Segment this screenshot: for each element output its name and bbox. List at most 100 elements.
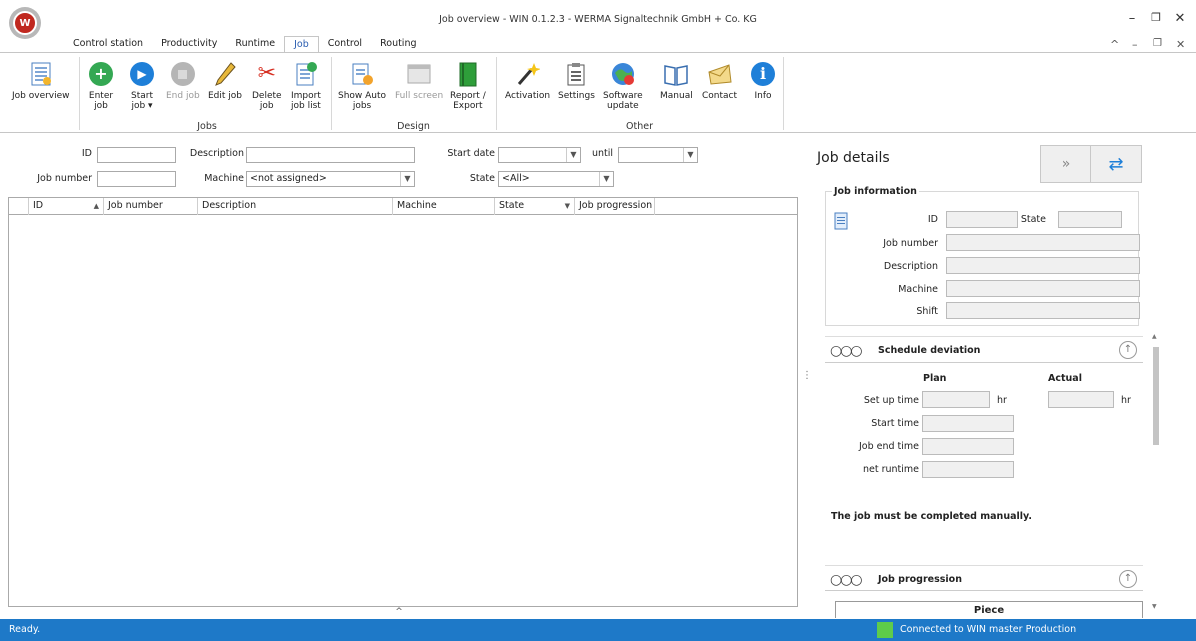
start-date-picker[interactable]: ▼: [498, 147, 581, 163]
connection-indicator: [877, 622, 893, 638]
doc-minimize-button[interactable]: –: [1132, 38, 1138, 51]
triple-circle-icon: ○○○: [830, 572, 863, 588]
info-label: Info: [754, 91, 772, 101]
collapse-up-icon[interactable]: ↑: [1119, 570, 1137, 588]
scroll-thumb[interactable]: [1153, 347, 1159, 445]
doc-close-button[interactable]: ✕: [1176, 38, 1185, 51]
expand-all-button[interactable]: »: [1040, 145, 1092, 183]
scroll-up-icon[interactable]: ▲: [1152, 333, 1157, 340]
schedule-deviation-title: Schedule deviation: [878, 345, 981, 356]
manual-completion-note: The job must be completed manually.: [831, 511, 1032, 522]
group-label-design: Design: [397, 121, 430, 132]
enter-job-label-2: job: [94, 101, 108, 111]
start-job-button[interactable]: ▶ Start job ▾: [129, 61, 155, 111]
delete-job-button[interactable]: ✂ Delete job: [252, 61, 282, 112]
machine-select[interactable]: <not assigned> ▼: [246, 171, 415, 187]
edit-job-button[interactable]: Edit job: [208, 61, 242, 101]
tab-control-station[interactable]: Control station: [64, 36, 152, 52]
end-job-label: End job: [166, 91, 200, 101]
full-screen-icon: [406, 61, 432, 87]
refresh-button[interactable]: ⇄: [1090, 145, 1142, 183]
start-time-plan-field: [922, 415, 1014, 432]
column-header-job-progression[interactable]: Job progression: [575, 198, 655, 215]
job-progression-header[interactable]: ○○○ Job progression ↑: [825, 565, 1143, 591]
pencil-icon: [212, 61, 238, 87]
net-runtime-plan-field: [922, 461, 1014, 478]
detail-id-label: ID: [927, 214, 938, 225]
job-number-filter-input[interactable]: [97, 171, 176, 187]
schedule-deviation-header[interactable]: ○○○ Schedule deviation ↑: [825, 337, 1143, 363]
software-update-label: Software: [603, 91, 643, 101]
full-screen-button[interactable]: Full screen: [395, 61, 443, 101]
id-filter-input[interactable]: [97, 147, 176, 163]
splitter-handle[interactable]: ⋮: [802, 370, 812, 381]
column-header-job-number[interactable]: Job number: [104, 198, 198, 215]
scroll-down-icon[interactable]: ▼: [1152, 603, 1157, 610]
detail-job-number-label: Job number: [883, 238, 938, 249]
clipboard-icon: [563, 61, 589, 87]
contact-button[interactable]: Contact: [702, 61, 737, 101]
enter-job-button[interactable]: + Enter job: [88, 61, 114, 111]
restore-button[interactable]: ❐: [1146, 11, 1166, 24]
collapse-up-icon[interactable]: ↑: [1119, 341, 1137, 359]
job-table[interactable]: ID ▲ Job number Description Machine State…: [8, 197, 798, 607]
import-job-list-button[interactable]: Import job list: [291, 61, 321, 111]
magic-wand-icon: [515, 61, 541, 87]
description-label: Description: [189, 148, 244, 159]
contact-label: Contact: [702, 91, 738, 101]
show-auto-jobs-button[interactable]: Show Auto jobs: [338, 61, 386, 111]
envelope-icon: [707, 61, 733, 87]
group-label-other: Other: [626, 121, 653, 132]
software-update-button[interactable]: Software update: [603, 61, 643, 111]
book-icon: [663, 61, 689, 87]
job-overview-button[interactable]: Job overview: [12, 61, 70, 101]
plan-header: Plan: [923, 373, 947, 384]
column-header-state[interactable]: State ▼: [495, 198, 575, 215]
until-date-picker[interactable]: ▼: [618, 147, 698, 163]
doc-restore-button[interactable]: ❐: [1153, 38, 1162, 49]
settings-button[interactable]: Settings: [558, 61, 595, 101]
tab-routing[interactable]: Routing: [371, 36, 425, 52]
report-export-button[interactable]: Report / Export: [450, 61, 486, 111]
stop-icon: [170, 61, 196, 87]
window-title: Job overview - WIN 0.1.2.3 - WERMA Signa…: [439, 14, 757, 25]
settings-label: Settings: [558, 91, 595, 101]
report-export-label: Report /: [450, 91, 486, 101]
column-header-machine[interactable]: Machine: [393, 198, 495, 215]
play-icon: ▶: [129, 61, 155, 87]
info-button[interactable]: i Info: [750, 61, 776, 101]
report-export-label-2: Export: [453, 101, 483, 111]
group-separator: [496, 57, 497, 130]
delete-job-label-2: job: [259, 101, 274, 111]
show-auto-jobs-label-2: jobs: [352, 101, 372, 111]
activation-button[interactable]: Activation: [505, 61, 550, 101]
ribbon-collapse-button[interactable]: ^: [1110, 38, 1119, 51]
end-job-button[interactable]: End job: [166, 61, 200, 101]
group-label-jobs: Jobs: [197, 121, 217, 132]
manual-button[interactable]: Manual: [660, 61, 693, 101]
column-header-description[interactable]: Description: [198, 198, 393, 215]
details-scrollbar[interactable]: ▲ ▼: [1151, 333, 1161, 617]
delete-job-label: Delete: [252, 91, 282, 101]
hr-unit-actual: hr: [1121, 395, 1131, 406]
state-select-value: <All>: [502, 173, 530, 184]
column-header-id[interactable]: ID ▲: [29, 198, 104, 215]
tab-control[interactable]: Control: [319, 36, 371, 52]
description-filter-input[interactable]: [246, 147, 415, 163]
start-job-label-2: job ▾: [131, 101, 153, 111]
machine-select-value: <not assigned>: [250, 173, 327, 184]
double-chevron-down-icon: »: [1061, 156, 1071, 172]
tab-productivity[interactable]: Productivity: [152, 36, 226, 52]
close-button[interactable]: ✕: [1170, 11, 1190, 26]
set-up-time-label: Set up time: [863, 395, 919, 406]
state-select[interactable]: <All> ▼: [498, 171, 614, 187]
minimize-button[interactable]: –: [1122, 11, 1142, 26]
column-header-state-label: State: [499, 200, 525, 211]
job-progression-title: Job progression: [878, 574, 962, 585]
collapse-arrow-icon[interactable]: ^: [0, 607, 798, 617]
tab-job[interactable]: Job: [284, 36, 319, 52]
net-runtime-label: net runtime: [862, 464, 919, 475]
tab-runtime[interactable]: Runtime: [226, 36, 284, 52]
plus-icon: +: [88, 61, 114, 87]
globe-update-icon: [610, 61, 636, 87]
